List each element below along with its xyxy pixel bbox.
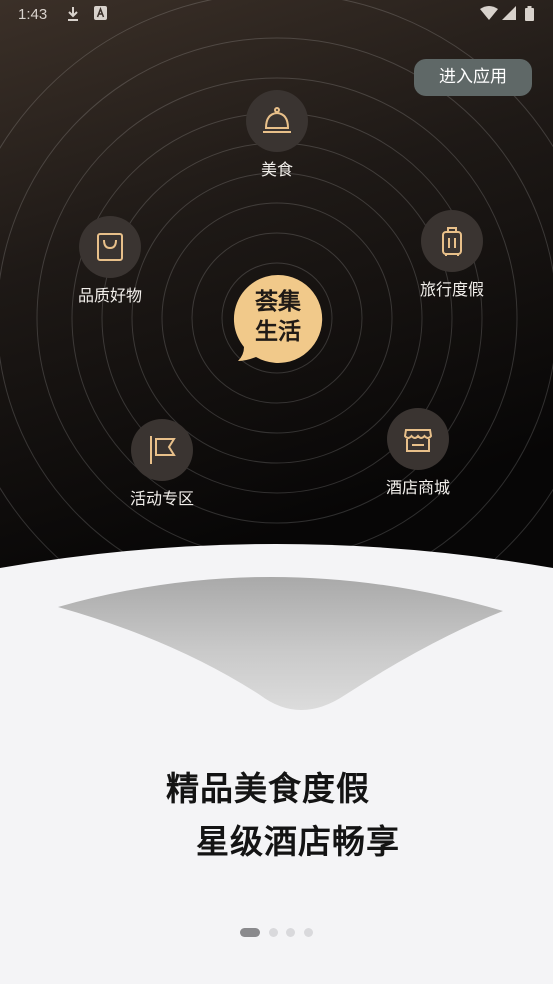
status-time: 1:43 (18, 6, 48, 23)
page-dot[interactable] (269, 928, 278, 937)
page-dot[interactable] (286, 928, 295, 937)
shopping-bag-icon (79, 216, 141, 278)
download-icon (66, 6, 80, 26)
category-quality-goods[interactable]: 品质好物 (45, 216, 175, 306)
brand-logo-line2: 生活 (255, 319, 301, 345)
category-travel[interactable]: 旅行度假 (387, 210, 517, 300)
service-bell-icon (246, 90, 308, 152)
storefront-icon (387, 408, 449, 470)
tagline-line2: 星级酒店畅享 (196, 822, 400, 861)
page-dot-active[interactable] (240, 928, 260, 937)
enter-app-button[interactable]: 进入应用 (414, 59, 532, 96)
battery-icon (525, 6, 534, 25)
category-events[interactable]: 活动专区 (97, 419, 227, 509)
a-icon (94, 6, 107, 24)
category-events-label: 活动专区 (129, 489, 194, 508)
brand-logo-line1: 荟集 (255, 289, 301, 315)
category-quality-goods-label: 品质好物 (77, 286, 142, 305)
category-food-label: 美食 (260, 160, 293, 179)
page-dot[interactable] (304, 928, 313, 937)
category-hotel-mall-label: 酒店商城 (385, 478, 450, 497)
suitcase-icon (421, 210, 483, 272)
category-hotel-mall[interactable]: 酒店商城 (353, 408, 483, 498)
category-travel-label: 旅行度假 (419, 280, 484, 299)
status-bar: 1:43 (0, 0, 553, 32)
brand-logo: 荟集 生活 (232, 273, 324, 365)
tagline-line1: 精品美食度假 (166, 769, 370, 808)
signal-icon (502, 6, 516, 24)
wifi-icon (480, 6, 498, 24)
flag-icon (131, 419, 193, 481)
category-food[interactable]: 美食 (212, 90, 342, 180)
